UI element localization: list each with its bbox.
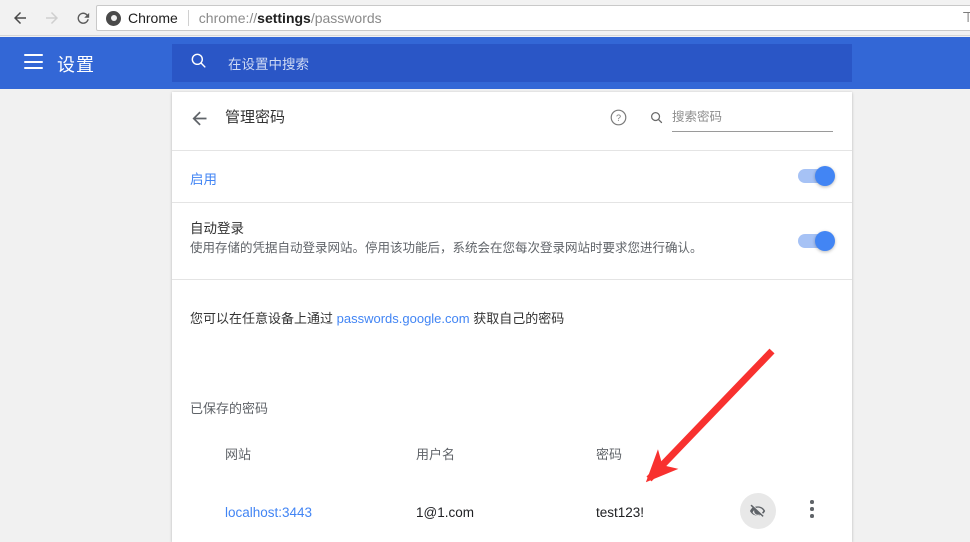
page-header: 管理密码 ? 搜索密码 xyxy=(172,92,852,150)
password-search-icon[interactable] xyxy=(649,110,664,130)
search-icon xyxy=(189,51,208,75)
google-passwords-note: 您可以在任意设备上通过 passwords.google.com 获取自己的密码 xyxy=(172,280,852,352)
chrome-logo-icon xyxy=(106,10,121,26)
table-header-row: 网站 用户名 密码 xyxy=(172,436,852,492)
passwords-google-link[interactable]: passwords.google.com xyxy=(337,311,470,326)
hamburger-menu-icon[interactable] xyxy=(24,54,43,69)
saved-passwords-table: 网站 用户名 密码 localhost:3443 1@1.com test123… xyxy=(172,436,852,542)
cell-password: test123! xyxy=(596,505,645,520)
reload-icon xyxy=(77,12,89,24)
forward-button xyxy=(40,6,64,30)
page-title: 管理密码 xyxy=(225,109,286,126)
browser-window: Chrome chrome://settings/passwords ⊤ 设置 … xyxy=(0,0,970,542)
kebab-menu-icon[interactable] xyxy=(810,500,814,521)
site-chip-label: Chrome xyxy=(128,10,178,26)
back-arrow-icon xyxy=(192,111,207,126)
password-search-input[interactable]: 搜索密码 xyxy=(672,106,833,132)
note-suffix: 获取自己的密码 xyxy=(469,311,565,326)
toggle-enable[interactable] xyxy=(798,166,835,186)
back-arrow-icon xyxy=(14,12,26,24)
settings-title: 设置 xyxy=(57,55,95,75)
setting-label-auto-signin: 自动登录 xyxy=(190,221,244,236)
address-bar[interactable]: Chrome chrome://settings/passwords xyxy=(96,5,970,31)
password-search-placeholder: 搜索密码 xyxy=(672,110,723,124)
help-circle-icon[interactable]: ? xyxy=(609,108,628,127)
saved-passwords-section-title: 已保存的密码 xyxy=(190,401,269,416)
column-header-site: 网站 xyxy=(225,447,252,462)
browser-toolbar: Chrome chrome://settings/passwords ⊤ xyxy=(0,0,970,36)
passwords-card: 管理密码 ? 搜索密码 启用 自动登录 使用存储的凭据自动登录网站。停用该功能后… xyxy=(172,92,852,542)
settings-search-box[interactable]: 在设置中搜索 xyxy=(172,44,852,82)
show-password-button[interactable] xyxy=(740,493,776,529)
cell-site[interactable]: localhost:3443 xyxy=(225,505,312,520)
toolbar-edge-glyph: ⊤ xyxy=(962,9,970,25)
settings-search-placeholder: 在设置中搜索 xyxy=(228,57,309,72)
setting-description-auto-signin: 使用存储的凭据自动登录网站。停用该功能后，系统会在您每次登录网站时要求您进行确认… xyxy=(190,241,703,255)
svg-text:?: ? xyxy=(616,113,621,123)
cell-username: 1@1.com xyxy=(416,505,474,520)
address-bar-url: chrome://settings/passwords xyxy=(198,10,382,26)
note-prefix: 您可以在任意设备上通过 xyxy=(190,311,337,326)
omnibox-separator xyxy=(187,10,189,26)
eye-off-icon xyxy=(750,504,766,517)
setting-label-enable: 启用 xyxy=(190,172,217,187)
setting-row-enable[interactable]: 启用 xyxy=(172,151,852,202)
table-row[interactable]: localhost:3443 1@1.com test123! xyxy=(172,492,852,542)
page-back-button[interactable] xyxy=(189,108,211,130)
column-header-username: 用户名 xyxy=(416,447,456,462)
reload-button[interactable] xyxy=(71,6,95,30)
toggle-auto-signin[interactable] xyxy=(798,231,835,251)
setting-row-auto-signin[interactable]: 自动登录 使用存储的凭据自动登录网站。停用该功能后，系统会在您每次登录网站时要求… xyxy=(172,203,852,279)
forward-arrow-icon xyxy=(46,12,58,24)
column-header-password: 密码 xyxy=(596,447,623,462)
back-button[interactable] xyxy=(8,6,32,30)
